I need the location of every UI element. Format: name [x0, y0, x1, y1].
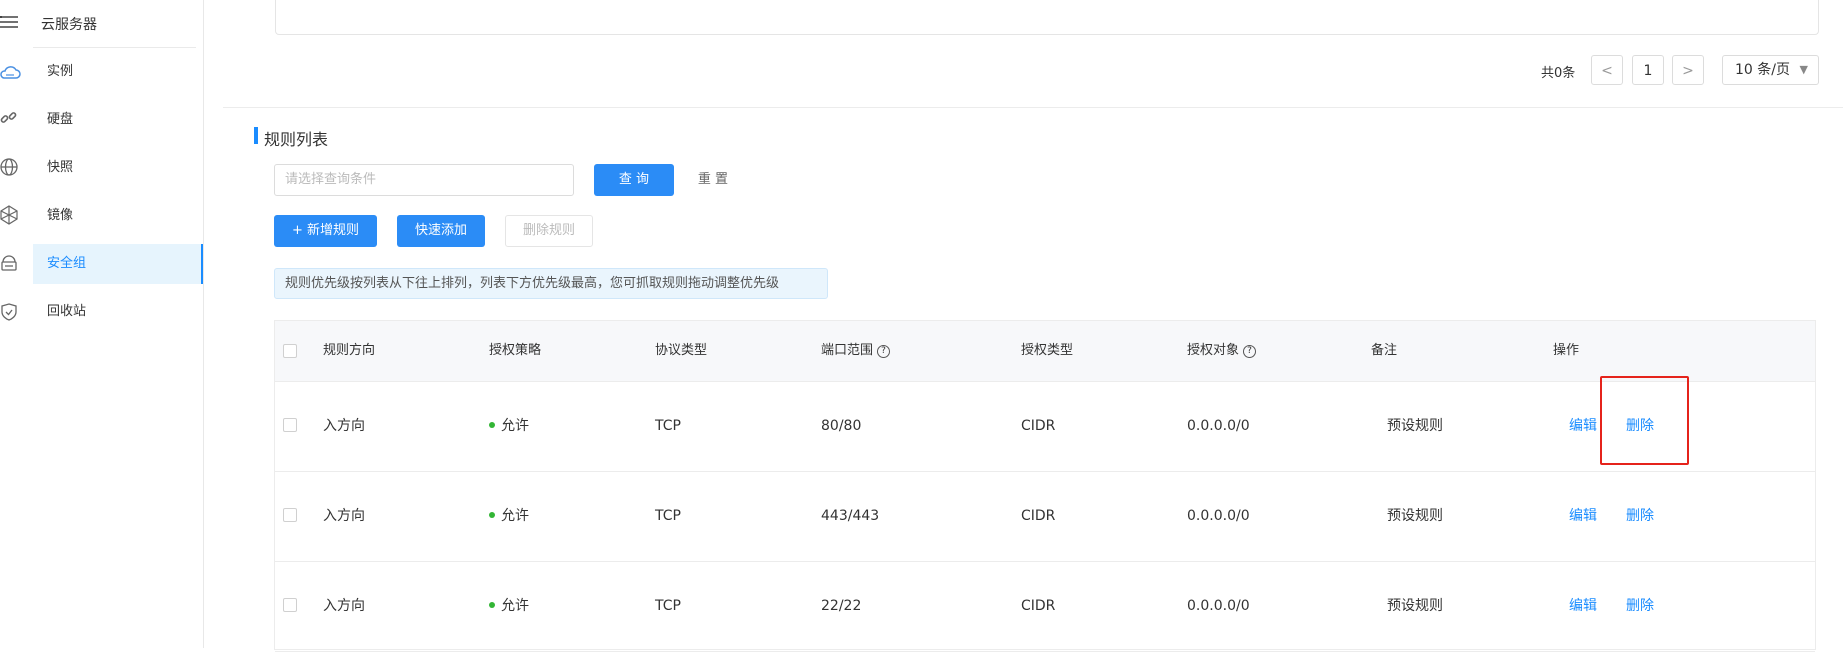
cell-direction: 入方向 — [323, 418, 365, 434]
table-row[interactable]: 入方向 允许 TCP 22/22 CIDR 0.0.0.0/0 预设规则 编辑 … — [275, 561, 1815, 652]
page-number-button[interactable]: 1 — [1632, 55, 1664, 85]
row-checkbox[interactable] — [283, 508, 297, 522]
col-actions: 操作 — [1553, 343, 1580, 358]
status-dot — [489, 422, 495, 428]
delete-rules-button[interactable]: 删除规则 — [505, 215, 593, 247]
sidebar-item-image[interactable]: 镜像 — [33, 196, 203, 236]
chevron-down-icon: ▼ — [1799, 63, 1808, 76]
cell-auth-type: CIDR — [1021, 508, 1056, 524]
col-target-label: 授权对象 — [1187, 343, 1240, 358]
col-port: 端口范围? — [821, 321, 891, 381]
cell-target: 0.0.0.0/0 — [1187, 598, 1250, 614]
status-dot — [489, 512, 495, 518]
cloud-icon[interactable] — [0, 63, 22, 85]
edit-link[interactable]: 编辑 — [1569, 471, 1597, 561]
cell-target: 0.0.0.0/0 — [1187, 508, 1250, 524]
network-icon[interactable] — [0, 205, 22, 227]
row-checkbox[interactable] — [283, 598, 297, 612]
next-page-button[interactable]: > — [1672, 55, 1704, 85]
globe-icon[interactable] — [0, 157, 22, 179]
sidebar-item-snapshot[interactable]: 快照 — [33, 148, 203, 188]
sidebar-item-disk[interactable]: 硬盘 — [33, 100, 203, 140]
empty-table-box — [275, 0, 1819, 35]
cell-policy: 允许 — [489, 471, 529, 561]
cell-policy: 允许 — [489, 561, 529, 651]
cell-policy: 允许 — [489, 381, 529, 471]
sidebar-divider — [33, 47, 196, 48]
cloud-server-icon[interactable] — [0, 253, 22, 275]
highlight-box — [1600, 376, 1689, 465]
cell-auth-type: CIDR — [1021, 598, 1056, 614]
cell-remark: 预设规则 — [1387, 508, 1443, 524]
select-all-checkbox[interactable] — [283, 344, 297, 358]
sidebar: 云服务器 实例 硬盘 快照 镜像 安全组 回收站 — [33, 0, 204, 648]
cell-policy-label: 允许 — [501, 418, 529, 434]
table-row[interactable]: 入方向 允许 TCP 80/80 CIDR 0.0.0.0/0 预设规则 编辑 … — [275, 381, 1815, 472]
col-auth-type: 授权类型 — [1021, 343, 1074, 358]
status-dot — [489, 602, 495, 608]
cell-port: 22/22 — [821, 598, 862, 614]
search-input[interactable]: 请选择查询条件 — [274, 164, 574, 196]
priority-notice: 规则优先级按列表从下往上排列，列表下方优先级最高，您可抓取规则拖动调整优先级 — [274, 268, 828, 299]
table-header: 规则方向 授权策略 协议类型 端口范围? 授权类型 授权对象? 备注 操作 — [275, 321, 1815, 382]
cell-target: 0.0.0.0/0 — [1187, 418, 1250, 434]
delete-link[interactable]: 删除 — [1626, 561, 1654, 651]
sidebar-title: 云服务器 — [41, 17, 97, 33]
add-rule-button[interactable]: + 新增规则 — [274, 215, 377, 247]
col-protocol: 协议类型 — [655, 343, 708, 358]
cell-auth-type: CIDR — [1021, 418, 1056, 434]
sidebar-item-security-group[interactable]: 安全组 — [33, 244, 203, 284]
table-row[interactable]: 入方向 允许 TCP 443/443 CIDR 0.0.0.0/0 预设规则 编… — [275, 471, 1815, 562]
cell-remark: 预设规则 — [1387, 598, 1443, 614]
page-size-value: 10 条/页 — [1735, 62, 1790, 78]
cell-protocol: TCP — [655, 418, 681, 434]
icon-rail — [0, 0, 34, 648]
sidebar-item-instance[interactable]: 实例 — [33, 52, 203, 92]
delete-link[interactable]: 删除 — [1626, 471, 1654, 561]
rules-table: 规则方向 授权策略 协议类型 端口范围? 授权类型 授权对象? 备注 操作 入方… — [274, 320, 1816, 652]
cell-direction: 入方向 — [323, 508, 365, 524]
shield-icon[interactable] — [0, 302, 22, 324]
quick-add-button[interactable]: 快速添加 — [397, 215, 485, 247]
sidebar-item-recycle-bin[interactable]: 回收站 — [33, 292, 203, 332]
col-direction: 规则方向 — [323, 343, 376, 358]
cell-direction: 入方向 — [323, 598, 365, 614]
section-title: 规则列表 — [264, 130, 329, 149]
col-target: 授权对象? — [1187, 321, 1257, 381]
page-size-select[interactable]: 10 条/页 ▼ — [1722, 55, 1819, 85]
section-divider — [223, 107, 1843, 108]
cell-port: 80/80 — [821, 418, 862, 434]
reset-button[interactable]: 重 置 — [683, 164, 743, 196]
edit-link[interactable]: 编辑 — [1569, 381, 1597, 471]
col-port-label: 端口范围 — [821, 343, 874, 358]
prev-page-button[interactable]: < — [1591, 55, 1623, 85]
menu-icon[interactable] — [0, 12, 22, 34]
section-title-marker — [254, 127, 258, 144]
query-button[interactable]: 查 询 — [594, 164, 674, 196]
cell-protocol: TCP — [655, 598, 681, 614]
col-policy: 授权策略 — [489, 343, 542, 358]
row-checkbox[interactable] — [283, 418, 297, 432]
edit-link[interactable]: 编辑 — [1569, 561, 1597, 651]
help-icon[interactable]: ? — [1243, 345, 1257, 358]
cell-policy-label: 允许 — [501, 508, 529, 524]
cell-policy-label: 允许 — [501, 598, 529, 614]
col-remark: 备注 — [1371, 343, 1398, 358]
cell-port: 443/443 — [821, 508, 880, 524]
cell-remark: 预设规则 — [1387, 418, 1443, 434]
link-icon[interactable] — [0, 108, 22, 130]
help-icon[interactable]: ? — [877, 345, 891, 358]
pager-total: 共0条 — [1541, 66, 1576, 81]
cell-protocol: TCP — [655, 508, 681, 524]
